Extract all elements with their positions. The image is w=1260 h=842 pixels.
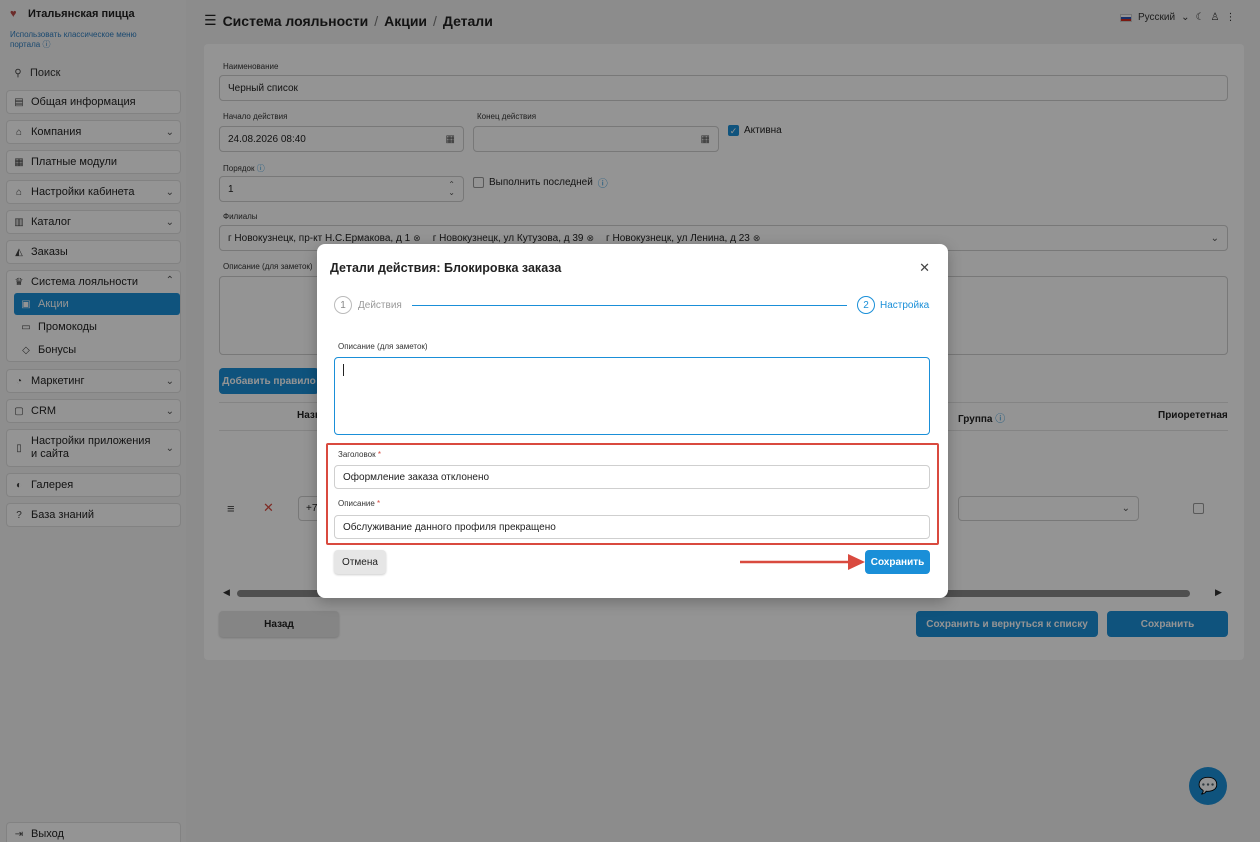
modal-desc-label: Описание (для заметок) (338, 342, 428, 351)
modal-desc-textarea[interactable] (334, 357, 930, 435)
text-caret (343, 364, 344, 376)
cancel-button[interactable]: Отмена (334, 550, 386, 574)
step-progress-line (412, 305, 847, 306)
step-1-number[interactable]: 1 (334, 296, 352, 314)
highlight-box (326, 443, 939, 545)
close-icon[interactable]: ✕ (919, 260, 930, 276)
step-2-number[interactable]: 2 (857, 296, 875, 314)
modal-save-button[interactable]: Сохранить (865, 550, 930, 574)
step-2-label[interactable]: Настройка (880, 300, 929, 311)
annotation-arrow-icon (740, 554, 865, 570)
modal-title: Детали действия: Блокировка заказа (330, 261, 562, 275)
step-1-label[interactable]: Действия (358, 300, 402, 311)
